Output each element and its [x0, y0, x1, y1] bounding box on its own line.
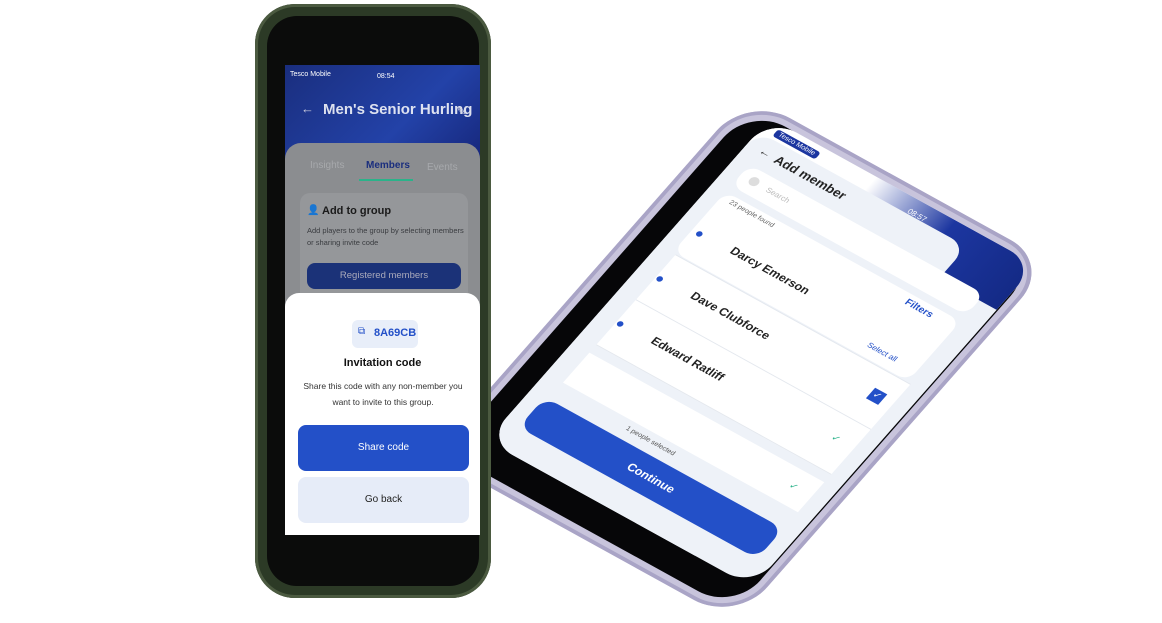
share-code-button[interactable]: Share code — [298, 425, 469, 471]
check-icon[interactable]: ✓ — [786, 481, 801, 493]
invite-code-chip[interactable]: ⧉ 8A69CB — [352, 320, 418, 348]
add-to-group-title: Add to group — [322, 205, 392, 217]
tab-members[interactable]: Members — [366, 160, 410, 171]
add-to-group-description: Add players to the group by selecting me… — [307, 226, 464, 247]
search-placeholder: Search — [763, 185, 792, 205]
search-icon — [746, 175, 762, 188]
carrier: Tesco Mobile — [290, 71, 331, 78]
back-arrow-icon[interactable]: ← — [301, 101, 314, 116]
copy-icon: ⧉ — [358, 326, 366, 337]
tab-insights[interactable]: Insights — [310, 160, 344, 171]
edit-pencil-icon[interactable]: ✎ — [457, 105, 466, 118]
group-title: Men's Senior Hurling — [323, 101, 473, 118]
invite-code: 8A69CB — [374, 327, 417, 339]
check-icon[interactable]: ✓ — [828, 433, 843, 445]
invitation-title: Invitation code — [343, 357, 422, 369]
active-tab-indicator — [359, 179, 413, 181]
add-person-icon: 👤 — [307, 205, 320, 216]
group-screen: Tesco Mobile 08:54 ← Men's Senior Hurlin… — [285, 65, 480, 535]
status-time: 08:54 — [377, 73, 395, 80]
checkbox-checked[interactable]: ✓ — [865, 387, 888, 405]
registered-members-button[interactable]: Registered members — [307, 263, 461, 289]
go-back-button[interactable]: Go back — [298, 477, 469, 523]
invitation-description: Share this code with any non-member you … — [303, 381, 463, 407]
tab-events[interactable]: Events — [427, 162, 458, 173]
